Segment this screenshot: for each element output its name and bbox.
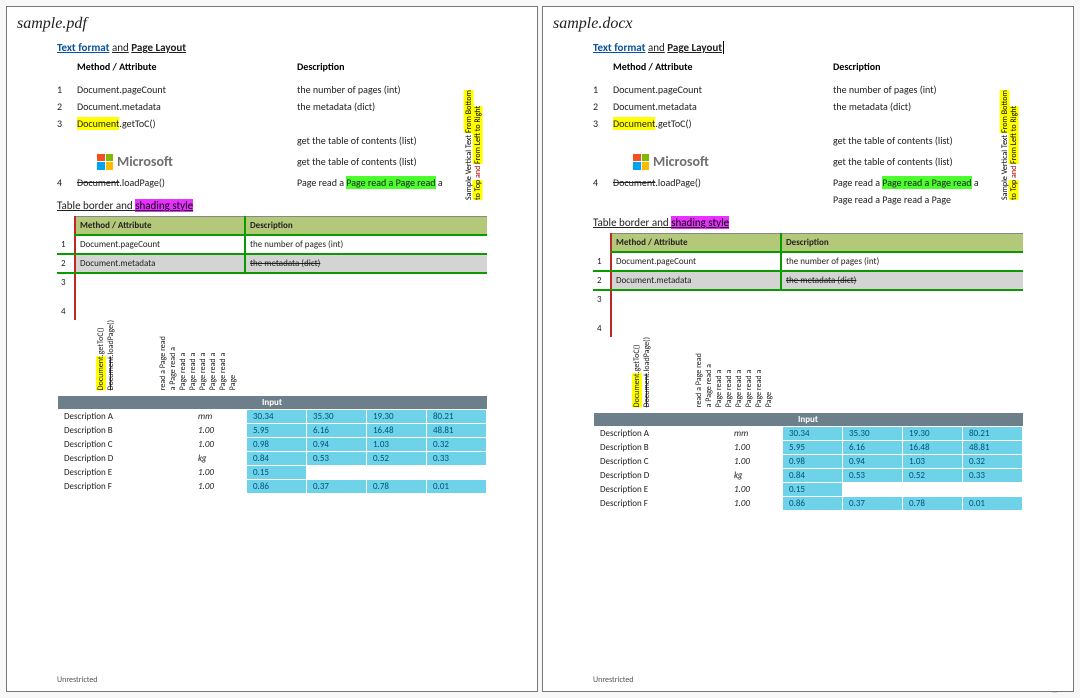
method-row: 2 Document.metadata the metadata (dict) [57,100,487,113]
input-row-label: Description F [594,497,728,511]
input-row-label: Description E [594,483,728,497]
section-table-border-heading: Table border and shading style [57,199,487,212]
filename-label: sample.pdf [17,15,527,33]
microsoft-icon [633,154,649,170]
vertical-text-sample: Sample Vertical Text From Bottom to Top … [1001,60,1019,200]
footer-label: Unrestricted [553,675,1063,685]
microsoft-logo: Microsoft [633,153,833,170]
contents-row: get the table of contents (list) [57,134,487,147]
microsoft-icon [97,154,113,170]
styled-table: Method / Attribute Description 1 Documen… [593,233,1023,337]
method-row: 4 Document.loadPage() Page read a Page r… [593,176,1023,189]
method-row: 1 Document.pageCount the number of pages… [57,83,487,96]
input-row-label: Description F [58,480,192,494]
main-heading: Text format and Page Layout [57,41,487,54]
input-row-label: Description A [594,427,728,441]
input-row-label: Description E [58,466,192,480]
method-row: 3 Document.getToC() [593,117,1023,130]
document-pane: sample.pdf Text format and Page Layout M… [6,6,538,692]
input-row-label: Description A [58,410,192,424]
styled-table: Method / Attribute Description 1 Documen… [57,216,487,320]
vertical-text-sample: Sample Vertical Text From Bottom to Top … [465,60,483,200]
footer-label: Unrestricted [17,675,527,685]
input-table: Input Description Amm30.3435.3019.3080.2… [57,396,487,494]
contents-row: get the table of contents (list) [593,134,1023,147]
input-table: Input Description Amm30.3435.3019.3080.2… [593,413,1023,511]
section-text-format: Method / Attribute Description 1 Documen… [57,60,487,189]
input-row-label: Description B [594,441,728,455]
input-row-label: Description D [594,469,728,483]
document-pane: sample.docx Text format and Page Layout … [542,6,1074,692]
section-table-border-heading: Table border and shading style [593,216,1023,229]
method-row: 4 Document.loadPage() Page read a Page r… [57,176,487,189]
section-text-format: Method / Attribute Description 1 Documen… [593,60,1023,206]
input-row-label: Description C [594,455,728,469]
input-row-label: Description B [58,424,192,438]
main-heading: Text format and Page Layout [593,41,1023,54]
filename-label: sample.docx [553,15,1063,33]
vertical-cells: Document.getToC()Document.loadPage()read… [633,337,1023,407]
microsoft-logo: Microsoft [97,153,297,170]
method-row: 1 Document.pageCount the number of pages… [593,83,1023,96]
input-row-label: Description C [58,438,192,452]
input-row-label: Description D [58,452,192,466]
vertical-cells: Document.getToC()Document.loadPage()read… [97,320,487,390]
method-row: 3 Document.getToC() [57,117,487,130]
method-row: 2 Document.metadata the metadata (dict) [593,100,1023,113]
